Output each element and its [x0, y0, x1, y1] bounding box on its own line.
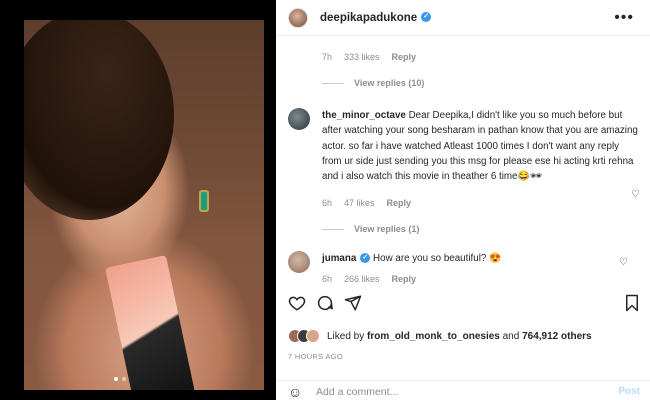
liker-username[interactable]: from_old_monk_to_onesies — [367, 331, 500, 342]
comment-username[interactable]: jumana ✓ — [322, 253, 371, 264]
view-replies-label: View replies (1) — [354, 224, 420, 234]
post-details-panel: deepikapadukone ✓ ••• 7h 333 likes Reply … — [276, 0, 650, 400]
post-header: deepikapadukone ✓ ••• — [276, 0, 650, 36]
carousel-dot — [114, 377, 118, 381]
author-username[interactable]: deepikapadukone ✓ — [320, 12, 432, 24]
comment-avatar[interactable] — [288, 251, 310, 273]
top-comment-meta: 7h 333 likes Reply — [322, 52, 416, 62]
comment-time: 6h — [322, 198, 333, 208]
photo-hair-shape — [24, 20, 174, 220]
add-comment-bar: ☺ Post — [276, 380, 650, 400]
carousel-dot — [122, 377, 126, 381]
comment-item: jumana ✓ How are you so beautiful? 😍 ♡ — [288, 251, 638, 273]
liker-avatar — [306, 329, 320, 343]
view-replies-button[interactable]: View replies (10) — [322, 78, 424, 88]
comment-icon[interactable] — [316, 294, 334, 317]
comment-body: the_minor_octave Dear Deepika,I didn't l… — [322, 108, 638, 184]
comment-item: the_minor_octave Dear Deepika,I didn't l… — [288, 108, 638, 184]
comment-text: How are you so beautiful? 😍 — [373, 253, 502, 264]
comment-like-heart-icon[interactable]: ♡ — [619, 257, 628, 268]
comment-username[interactable]: the_minor_octave — [322, 110, 406, 121]
photo-earring-shape — [199, 190, 209, 212]
comment-likes[interactable]: 266 likes — [344, 274, 380, 284]
verified-badge-icon: ✓ — [421, 12, 432, 23]
comment-meta: 6h 47 likes Reply — [322, 198, 411, 208]
verified-badge-icon: ✓ — [360, 253, 371, 264]
left-backdrop — [0, 0, 18, 400]
comment-avatar[interactable] — [288, 108, 310, 130]
comment-likes[interactable]: 47 likes — [344, 198, 375, 208]
comment-likes[interactable]: 333 likes — [344, 52, 380, 62]
post-actions-bar — [288, 294, 640, 316]
author-avatar[interactable] — [288, 7, 308, 28]
post-timestamp: 7 HOURS AGO — [288, 352, 343, 361]
likes-summary: Liked by from_old_monk_to_onesies and 76… — [288, 329, 592, 343]
reply-button[interactable]: Reply — [392, 52, 417, 62]
carousel-dots — [114, 377, 126, 381]
likes-others[interactable]: 764,912 others — [522, 331, 592, 342]
comment-body: jumana ✓ How are you so beautiful? 😍 — [322, 251, 638, 266]
post-photo[interactable] — [24, 20, 264, 390]
view-replies-label: View replies (10) — [354, 78, 425, 88]
emoji-icon[interactable]: ☺ — [288, 384, 302, 400]
reply-button[interactable]: Reply — [387, 198, 412, 208]
post-button[interactable]: Post — [618, 386, 640, 397]
comment-meta: 6h 266 likes Reply — [322, 274, 416, 284]
view-replies-button[interactable]: View replies (1) — [322, 224, 419, 234]
bookmark-icon[interactable] — [624, 294, 640, 317]
more-options-icon[interactable]: ••• — [614, 9, 634, 27]
view-replies-line — [322, 228, 344, 230]
comment-time: 7h — [322, 52, 333, 62]
send-icon[interactable] — [344, 294, 362, 317]
post-image-panel — [18, 0, 276, 400]
heart-icon[interactable] — [288, 294, 306, 317]
comment-time: 6h — [322, 274, 333, 284]
view-replies-line — [322, 82, 344, 84]
comment-like-heart-icon[interactable]: ♡ — [631, 189, 640, 200]
photo-strap-shape — [105, 255, 195, 390]
reply-button[interactable]: Reply — [392, 274, 417, 284]
likes-text: Liked by from_old_monk_to_onesies and 76… — [327, 330, 592, 342]
comment-input[interactable] — [316, 385, 576, 399]
